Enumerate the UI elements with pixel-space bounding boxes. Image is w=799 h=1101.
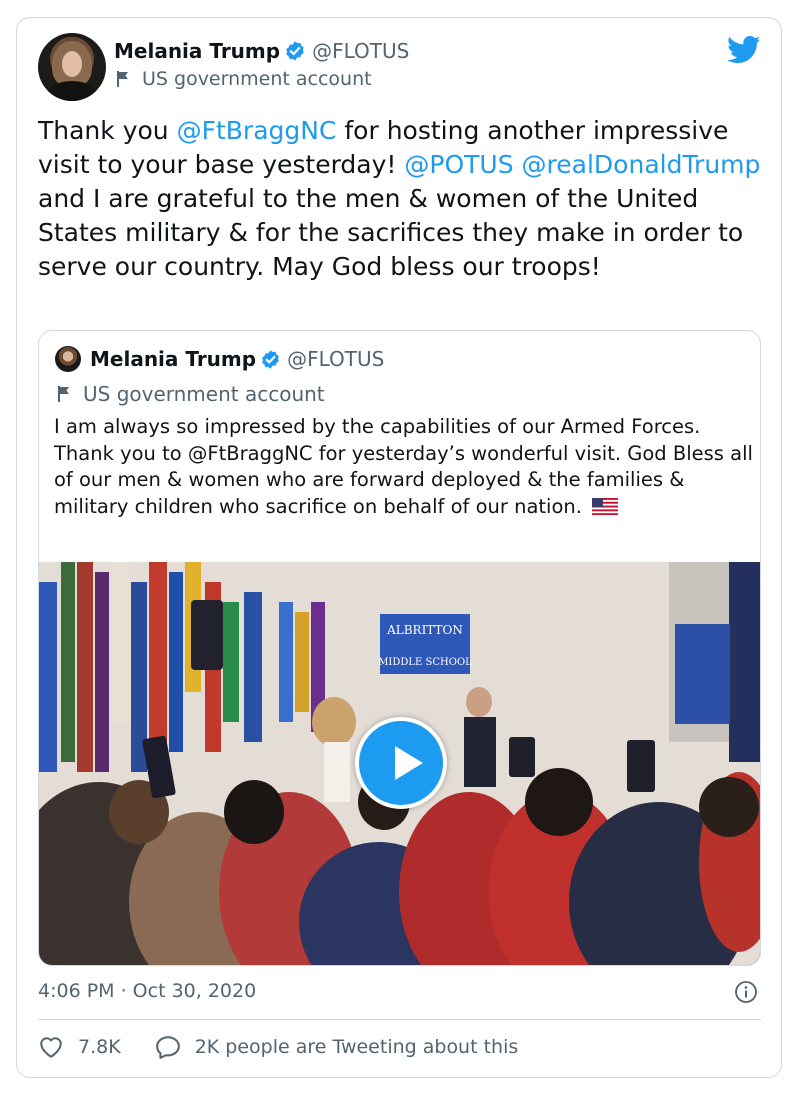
- video-thumbnail[interactable]: ALBRITTON MIDDLE SCHOOL: [39, 562, 760, 965]
- us-flag-emoji: [592, 497, 619, 515]
- avatar-body: [46, 81, 98, 101]
- quoted-government-label-text: US government account: [83, 382, 325, 406]
- tweet-actions: 7.8K 2K people are Tweeting about this: [38, 1035, 518, 1059]
- quoted-tweet-text: I am always so impressed by the capabili…: [54, 414, 754, 520]
- author-handle[interactable]: @FLOTUS: [312, 39, 409, 63]
- verified-badge-icon: [286, 41, 304, 61]
- government-flag-icon: [58, 386, 69, 402]
- mention-realdonaldtrump[interactable]: @realDonaldTrump: [522, 150, 761, 179]
- sign-line-2: MIDDLE SCHOOL: [378, 657, 472, 668]
- info-icon[interactable]: [734, 980, 758, 1004]
- mention-ftbraggnc[interactable]: @FtBraggNC: [177, 116, 337, 145]
- tweet-text-part: and I are grateful to the men & women of…: [38, 184, 744, 281]
- government-label-text: US government account: [142, 68, 372, 90]
- twitter-bird-icon[interactable]: [727, 35, 761, 65]
- tweet-text-part: Thank you: [38, 116, 177, 145]
- mention-potus[interactable]: @POTUS: [404, 150, 513, 179]
- government-label: US government account: [116, 68, 372, 90]
- quoted-text-body: I am always so impressed by the capabili…: [54, 415, 753, 518]
- author-name[interactable]: Melania Trump: [114, 39, 280, 63]
- government-flag-icon: [117, 71, 128, 87]
- quoted-author-name[interactable]: Melania Trump: [90, 347, 256, 371]
- tweeting-about-text[interactable]: 2K people are Tweeting about this: [195, 1036, 519, 1058]
- sign-line-1: ALBRITTON: [386, 623, 463, 637]
- tweet-text: Thank you @FtBraggNC for hosting another…: [38, 114, 768, 284]
- tweet-timestamp[interactable]: 4:06 PM · Oct 30, 2020: [38, 980, 256, 1002]
- author-avatar[interactable]: [38, 33, 106, 101]
- speech-bubble-icon[interactable]: [155, 1035, 181, 1059]
- author-row: Melania Trump @FLOTUS: [114, 39, 409, 63]
- avatar-face: [62, 51, 82, 77]
- heart-icon[interactable]: [38, 1035, 64, 1059]
- tweet-text-part: [514, 150, 522, 179]
- verified-badge-icon: [262, 349, 279, 369]
- like-count[interactable]: 7.8K: [78, 1036, 121, 1058]
- quoted-author-avatar[interactable]: [55, 346, 81, 372]
- divider: [38, 1019, 761, 1020]
- quoted-author-row: Melania Trump @FLOTUS: [90, 347, 384, 371]
- quoted-tweet[interactable]: Melania Trump @FLOTUS US government acco…: [38, 330, 761, 966]
- play-icon: [395, 746, 423, 780]
- tweet-card[interactable]: Melania Trump @FLOTUS US government acco…: [16, 17, 782, 1078]
- quoted-author-handle[interactable]: @FLOTUS: [287, 347, 384, 371]
- quoted-government-label: US government account: [57, 382, 325, 406]
- play-button[interactable]: [355, 717, 447, 809]
